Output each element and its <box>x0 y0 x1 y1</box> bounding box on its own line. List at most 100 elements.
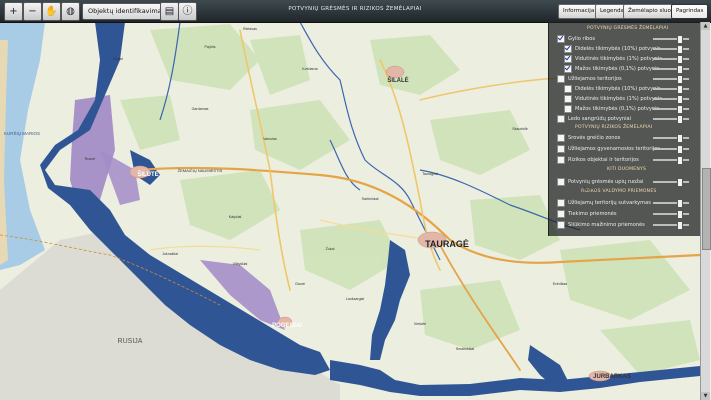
layer-label: Užliejamų teritorijų sutvarkymas <box>568 199 651 206</box>
town-label: JURBARKAS <box>593 374 631 380</box>
layer-label: Užliejamos gyvenamosios teritorijos <box>568 145 660 152</box>
layer-label: Užliejamos teritorijos <box>568 75 622 82</box>
layer-checkbox[interactable] <box>564 104 572 113</box>
layer-checkbox[interactable] <box>557 209 565 218</box>
opacity-slider[interactable] <box>653 210 689 219</box>
village-label: Pajūris <box>205 45 216 49</box>
village-label: Sartininkai <box>362 197 379 201</box>
opacity-slider[interactable] <box>653 55 689 64</box>
layer-checkbox[interactable] <box>564 54 572 63</box>
opacity-slider[interactable] <box>653 85 689 94</box>
section-heading: RIZIKOS VALDYMO PRIEMONĖS <box>581 189 657 194</box>
layer-row[interactable]: Gylio ribos <box>557 34 595 43</box>
opacity-slider[interactable] <box>653 95 689 104</box>
layer-row[interactable]: Tiekimo priemonės <box>557 209 617 218</box>
layer-row[interactable]: Mažos tikimybės (0,1%) potvynis <box>564 64 659 73</box>
slider-knob[interactable] <box>677 178 683 187</box>
layer-row[interactable]: Sliūkimo mažinimo priemonės <box>557 220 645 229</box>
opacity-slider[interactable] <box>653 134 689 143</box>
info-icon[interactable]: ⓘ <box>178 2 197 21</box>
layer-label: Mažos tikimybės (0,1%) potvynis <box>575 65 660 72</box>
opacity-slider[interactable] <box>653 178 689 187</box>
slider-knob[interactable] <box>677 35 683 44</box>
slider-knob[interactable] <box>677 95 683 104</box>
village-label: Viešvilė <box>414 322 426 326</box>
vertical-scrollbar[interactable]: ▲ ▼ <box>700 22 711 400</box>
layer-checkbox[interactable] <box>557 133 565 142</box>
opacity-slider[interactable] <box>653 145 689 154</box>
layer-row[interactable]: Potvynių grėsmės upių ruožai <box>557 177 643 186</box>
layer-checkbox[interactable] <box>557 114 565 123</box>
layer-row[interactable]: Ledo sangrūdų potvyniai <box>557 114 631 123</box>
tab-information[interactable]: Informacija <box>558 4 600 19</box>
slider-knob[interactable] <box>677 45 683 54</box>
slider-knob[interactable] <box>677 85 683 94</box>
village-label: Rusnė <box>85 157 95 161</box>
map-title: POTVYNIŲ GRĖSMĖS IR RIZIKOS ŽEMĖLAPIAI <box>288 6 422 12</box>
layer-checkbox[interactable] <box>557 74 565 83</box>
slider-knob[interactable] <box>677 199 683 208</box>
layer-checkbox[interactable] <box>564 44 572 53</box>
layer-checkbox[interactable] <box>557 155 565 164</box>
layer-checkbox[interactable] <box>564 84 572 93</box>
section-heading: KITI DUOMENYS <box>607 167 647 172</box>
layer-row[interactable]: Didelės tikimybės (10%) potvynis <box>564 44 661 53</box>
identify-objects-button[interactable]: Objektų identifikavimas <box>82 3 172 20</box>
opacity-slider[interactable] <box>653 115 689 124</box>
layer-checkbox[interactable] <box>557 144 565 153</box>
town-label: ŠILALĖ <box>387 76 408 84</box>
opacity-slider[interactable] <box>653 65 689 74</box>
layer-row[interactable]: Užliejamų teritorijų sutvarkymas <box>557 198 651 207</box>
opacity-slider[interactable] <box>653 221 689 230</box>
slider-knob[interactable] <box>677 156 683 165</box>
village-label: Katyčiai <box>229 215 242 219</box>
layer-checkbox[interactable] <box>564 94 572 103</box>
slider-knob[interactable] <box>677 115 683 124</box>
opacity-slider[interactable] <box>653 35 689 44</box>
slider-knob[interactable] <box>677 105 683 114</box>
layer-row[interactable]: Vidutinės tikimybės (1%) potvynis <box>564 54 662 63</box>
slider-knob[interactable] <box>677 55 683 64</box>
pan-hand-icon[interactable]: ✋ <box>42 2 61 21</box>
opacity-slider[interactable] <box>653 156 689 165</box>
layer-label: Sliūkimo mažinimo priemonės <box>568 221 645 228</box>
print-icon[interactable]: ▤ <box>160 2 179 21</box>
layer-label: Vidutinės tikimybės (1%) potvynis <box>575 95 663 102</box>
layer-checkbox[interactable] <box>557 220 565 229</box>
layer-row[interactable]: Vidutinės tikimybės (1%) potvynis <box>564 94 662 103</box>
layer-row[interactable]: Rizikos objektai ir teritorijos <box>557 155 639 164</box>
layer-row[interactable]: Užliejamos gyvenamosios teritorijos <box>557 144 660 153</box>
section-heading: POTVYNIŲ RIZIKOS ŽEMĖLAPIAI <box>575 125 653 130</box>
layer-checkbox[interactable] <box>557 34 565 43</box>
layer-checkbox[interactable] <box>557 198 565 207</box>
full-extent-icon[interactable]: ◍ <box>61 2 80 21</box>
opacity-slider[interactable] <box>653 45 689 54</box>
layer-checkbox[interactable] <box>557 177 565 186</box>
layer-checkbox[interactable] <box>564 64 572 73</box>
layer-row[interactable]: Užliejamos teritorijos <box>557 74 622 83</box>
slider-knob[interactable] <box>677 65 683 74</box>
layer-row[interactable]: Didelės tikimybės (10%) potvynis <box>564 84 661 93</box>
opacity-slider[interactable] <box>653 75 689 84</box>
layer-row[interactable]: Srovės greičio zonos <box>557 133 620 142</box>
scroll-thumb[interactable] <box>702 168 711 250</box>
village-label: Lauksargiai <box>346 297 365 301</box>
village-label: Kintai <box>114 57 123 61</box>
opacity-slider[interactable] <box>653 105 689 114</box>
village-label: Rietavas <box>243 27 257 31</box>
opacity-slider[interactable] <box>653 199 689 208</box>
zoom-in-icon[interactable]: + <box>4 2 23 21</box>
tab-base[interactable]: Pagrindas <box>671 4 709 19</box>
slider-knob[interactable] <box>677 134 683 143</box>
slider-knob[interactable] <box>677 145 683 154</box>
slider-knob[interactable] <box>677 221 683 230</box>
slider-knob[interactable] <box>677 210 683 219</box>
scroll-down-icon[interactable]: ▼ <box>701 392 710 400</box>
scroll-up-icon[interactable]: ▲ <box>701 22 710 30</box>
layer-row[interactable]: Mažos tikimybės (0,1%) potvynis <box>564 104 659 113</box>
layer-label: Gylio ribos <box>568 35 596 42</box>
slider-knob[interactable] <box>677 75 683 84</box>
village-label: Juknaičiai <box>162 252 178 256</box>
town-label: TAURAGĖ <box>425 239 469 249</box>
zoom-out-icon[interactable]: − <box>23 2 42 21</box>
